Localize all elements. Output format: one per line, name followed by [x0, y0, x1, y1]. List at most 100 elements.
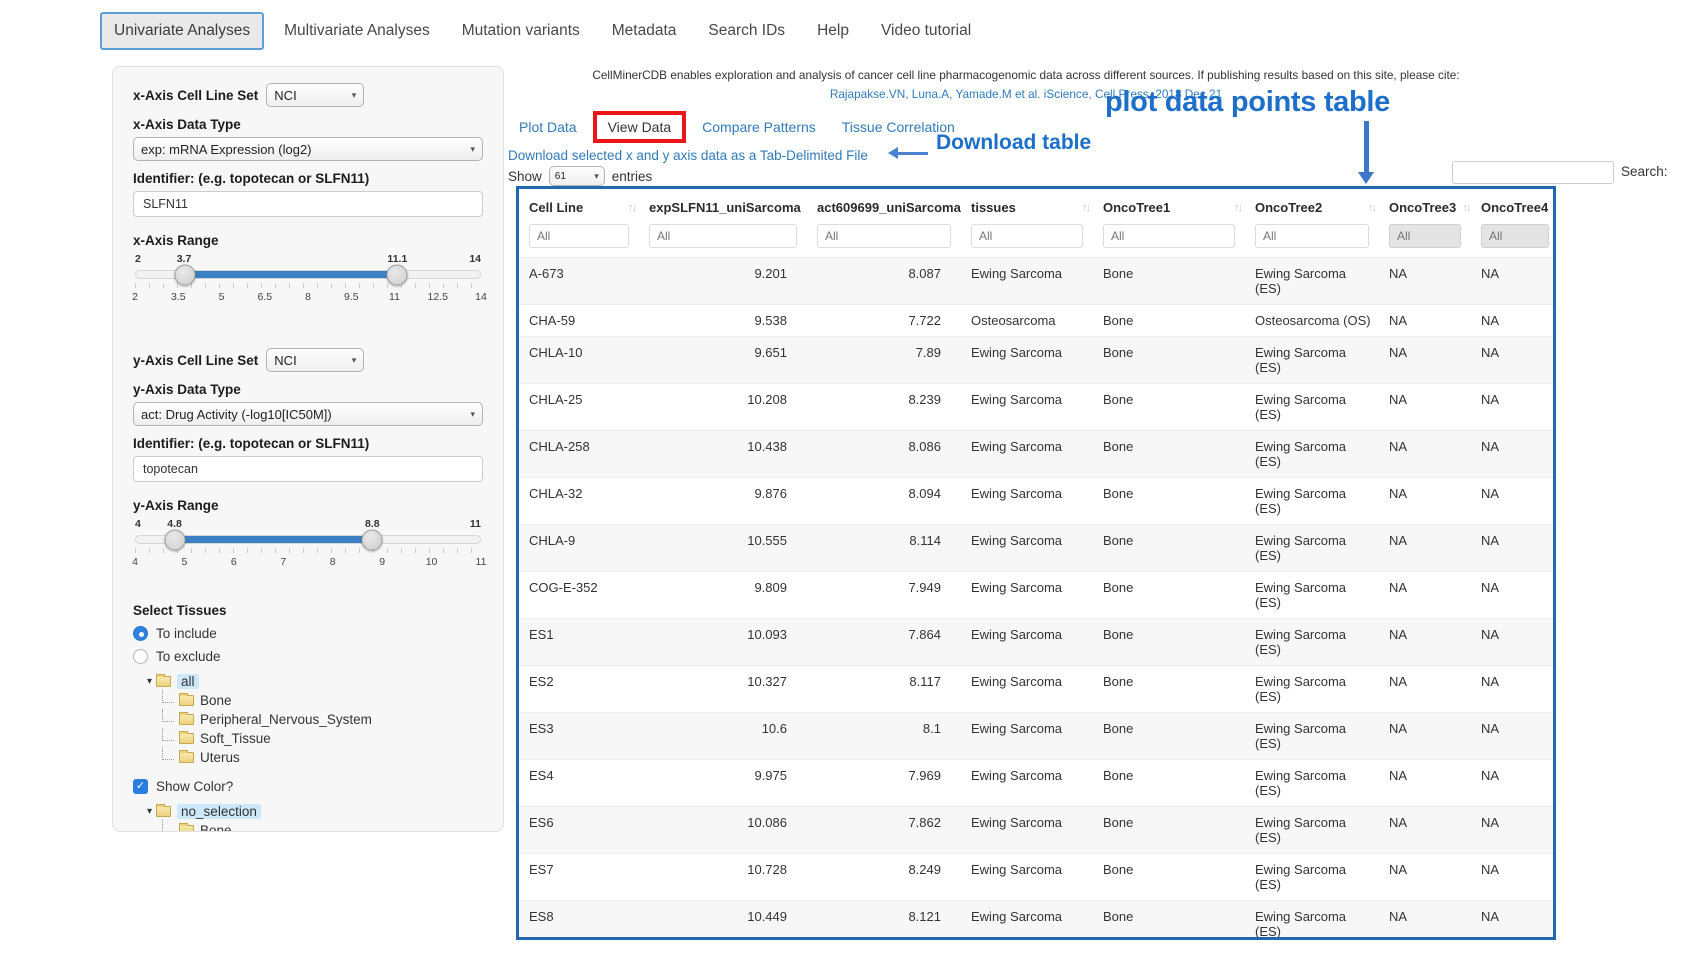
slider-handle-high[interactable]	[386, 264, 407, 285]
tree-node-root[interactable]: ▾ no_selection	[147, 802, 483, 821]
oncotree1-cell: Bone	[1093, 901, 1245, 941]
tree-expand-icon[interactable]: ▾	[147, 676, 152, 687]
column-filter-input[interactable]	[529, 224, 629, 248]
x-data-type-select[interactable]: exp: mRNA Expression (log2) ▾	[133, 137, 483, 161]
tree-node-label: Uterus	[200, 750, 240, 765]
table-row[interactable]: ES2 10.327 8.117 Ewing Sarcoma Bone Ewin…	[519, 666, 1556, 713]
tab-multivariate-analyses[interactable]: Multivariate Analyses	[272, 14, 442, 48]
y-cell-line-set-value: NCI	[274, 353, 296, 368]
column-header-cell-line[interactable]: Cell Line↑↓	[519, 189, 639, 223]
table-row[interactable]: CHA-59 9.538 7.722 Osteosarcoma Bone Ost…	[519, 305, 1556, 337]
x-cell-line-set-select[interactable]: NCI ▾	[266, 83, 364, 107]
tree-node[interactable]: Uterus	[161, 748, 483, 767]
tab-plot-data[interactable]: Plot Data	[506, 113, 590, 141]
exp-value-cell: 10.093	[639, 619, 807, 666]
column-filter-input[interactable]	[1103, 224, 1235, 248]
sidebar-controls: x-Axis Cell Line Set NCI ▾ x-Axis Data T…	[112, 66, 504, 832]
table-row[interactable]: CHLA-25 10.208 8.239 Ewing Sarcoma Bone …	[519, 384, 1556, 431]
column-header-act[interactable]: act609699_uniSarcoma↑↓	[807, 189, 961, 223]
tab-compare-patterns[interactable]: Compare Patterns	[689, 113, 829, 141]
column-header-oncotree4[interactable]: OncoTree4↑↓	[1471, 189, 1556, 223]
y-data-type-select[interactable]: act: Drug Activity (-log10[IC50M]) ▾	[133, 402, 483, 426]
oncotree4-cell: NA	[1471, 760, 1556, 807]
search-input[interactable]	[1452, 161, 1614, 184]
table-row[interactable]: ES1 10.093 7.864 Ewing Sarcoma Bone Ewin…	[519, 619, 1556, 666]
slider-tick-label: 5	[219, 291, 225, 303]
download-tab-delimited-link[interactable]: Download selected x and y axis data as a…	[508, 148, 868, 163]
cell-line-cell: ES7	[519, 854, 639, 901]
oncotree4-cell: NA	[1471, 713, 1556, 760]
sort-icon[interactable]: ↑↓	[1368, 202, 1375, 214]
tree-node[interactable]: Soft_Tissue	[161, 729, 483, 748]
slider-track[interactable]	[135, 535, 481, 544]
tab-metadata[interactable]: Metadata	[600, 14, 689, 48]
table-header-row: Cell Line↑↓ expSLFN11_uniSarcoma↑↓ act60…	[519, 189, 1556, 223]
tab-help[interactable]: Help	[805, 14, 861, 48]
table-row[interactable]: ES8 10.449 8.121 Ewing Sarcoma Bone Ewin…	[519, 901, 1556, 941]
oncotree1-cell: Bone	[1093, 619, 1245, 666]
table-row[interactable]: COG-E-352 9.809 7.949 Ewing Sarcoma Bone…	[519, 572, 1556, 619]
column-filter-input[interactable]	[1255, 224, 1369, 248]
folder-icon	[179, 695, 194, 706]
sort-icon[interactable]: ↑↓	[628, 202, 635, 214]
oncotree4-cell: NA	[1471, 619, 1556, 666]
column-header-exp[interactable]: expSLFN11_uniSarcoma↑↓	[639, 189, 807, 223]
tree-node[interactable]: Peripheral_Nervous_System	[161, 710, 483, 729]
table-row[interactable]: ES4 9.975 7.969 Ewing Sarcoma Bone Ewing…	[519, 760, 1556, 807]
x-identifier-input[interactable]	[133, 191, 483, 217]
table-row[interactable]: CHLA-32 9.876 8.094 Ewing Sarcoma Bone E…	[519, 478, 1556, 525]
y-data-type-value: act: Drug Activity (-log10[IC50M])	[141, 407, 332, 422]
sort-icon[interactable]: ↑↓	[1234, 202, 1241, 214]
show-color-checkbox-row[interactable]: ✓ Show Color?	[133, 779, 483, 794]
y-cell-line-set-select[interactable]: NCI ▾	[266, 348, 364, 372]
tissue-cell: Ewing Sarcoma	[961, 619, 1093, 666]
tree-node[interactable]: Bone	[161, 691, 483, 710]
tab-video-tutorial[interactable]: Video tutorial	[869, 14, 983, 48]
column-header-oncotree3[interactable]: OncoTree3↑↓	[1379, 189, 1471, 223]
table-row[interactable]: ES7 10.728 8.249 Ewing Sarcoma Bone Ewin…	[519, 854, 1556, 901]
tab-view-data[interactable]: View Data	[606, 117, 674, 137]
slider-track[interactable]	[135, 270, 481, 279]
column-filter-input[interactable]	[971, 224, 1083, 248]
table-row[interactable]: CHLA-10 9.651 7.89 Ewing Sarcoma Bone Ew…	[519, 337, 1556, 384]
oncotree1-cell: Bone	[1093, 666, 1245, 713]
column-header-oncotree2[interactable]: OncoTree2↑↓	[1245, 189, 1379, 223]
tab-mutation-variants[interactable]: Mutation variants	[450, 14, 592, 48]
folder-icon	[156, 676, 171, 687]
table-row[interactable]: CHLA-258 10.438 8.086 Ewing Sarcoma Bone…	[519, 431, 1556, 478]
radio-to-exclude[interactable]: To exclude	[133, 649, 483, 664]
y-range-label: y-Axis Range	[133, 498, 483, 513]
y-range-slider[interactable]: 44.88.8114567891011	[135, 518, 481, 569]
cell-line-cell: ES6	[519, 807, 639, 854]
sort-icon[interactable]: ↑↓	[1082, 202, 1089, 214]
citation-link[interactable]: Rajapakse.VN, Luna.A, Yamade.M et al. iS…	[505, 87, 1547, 101]
column-header-tissues[interactable]: tissues↑↓	[961, 189, 1093, 223]
column-filter-input[interactable]	[649, 224, 797, 248]
table-row[interactable]: CHLA-9 10.555 8.114 Ewing Sarcoma Bone E…	[519, 525, 1556, 572]
tab-univariate-analyses[interactable]: Univariate Analyses	[100, 12, 264, 50]
cell-line-cell: CHLA-32	[519, 478, 639, 525]
slider-handle-low[interactable]	[174, 264, 195, 285]
column-filter-input[interactable]	[817, 224, 951, 248]
tab-tissue-correlation[interactable]: Tissue Correlation	[829, 113, 968, 141]
tree-node-root[interactable]: ▾ all	[147, 672, 483, 691]
slider-handle-high[interactable]	[361, 529, 382, 550]
entries-count-select[interactable]: 61 ▾	[549, 166, 605, 186]
exp-value-cell: 9.809	[639, 572, 807, 619]
slider-handle-low[interactable]	[165, 529, 186, 550]
table-row[interactable]: ES6 10.086 7.862 Ewing Sarcoma Bone Ewin…	[519, 807, 1556, 854]
plot-data-points-table: Cell Line↑↓ expSLFN11_uniSarcoma↑↓ act60…	[516, 186, 1556, 940]
tree-node[interactable]: Bone	[161, 821, 483, 832]
radio-to-include[interactable]: To include	[133, 626, 483, 641]
table-row[interactable]: A-673 9.201 8.087 Ewing Sarcoma Bone Ewi…	[519, 258, 1556, 305]
exp-value-cell: 9.876	[639, 478, 807, 525]
table-row[interactable]: ES3 10.6 8.1 Ewing Sarcoma Bone Ewing Sa…	[519, 713, 1556, 760]
column-header-oncotree1[interactable]: OncoTree1↑↓	[1093, 189, 1245, 223]
x-range-slider[interactable]: 23.711.11423.556.589.51112.514	[135, 253, 481, 304]
tree-expand-icon[interactable]: ▾	[147, 806, 152, 817]
sort-icon[interactable]: ↑↓	[1554, 202, 1556, 214]
sort-icon[interactable]: ↑↓	[1462, 202, 1469, 214]
oncotree2-cell: Ewing Sarcoma (ES)	[1245, 713, 1379, 760]
tab-search-ids[interactable]: Search IDs	[696, 14, 797, 48]
y-identifier-input[interactable]	[133, 456, 483, 482]
